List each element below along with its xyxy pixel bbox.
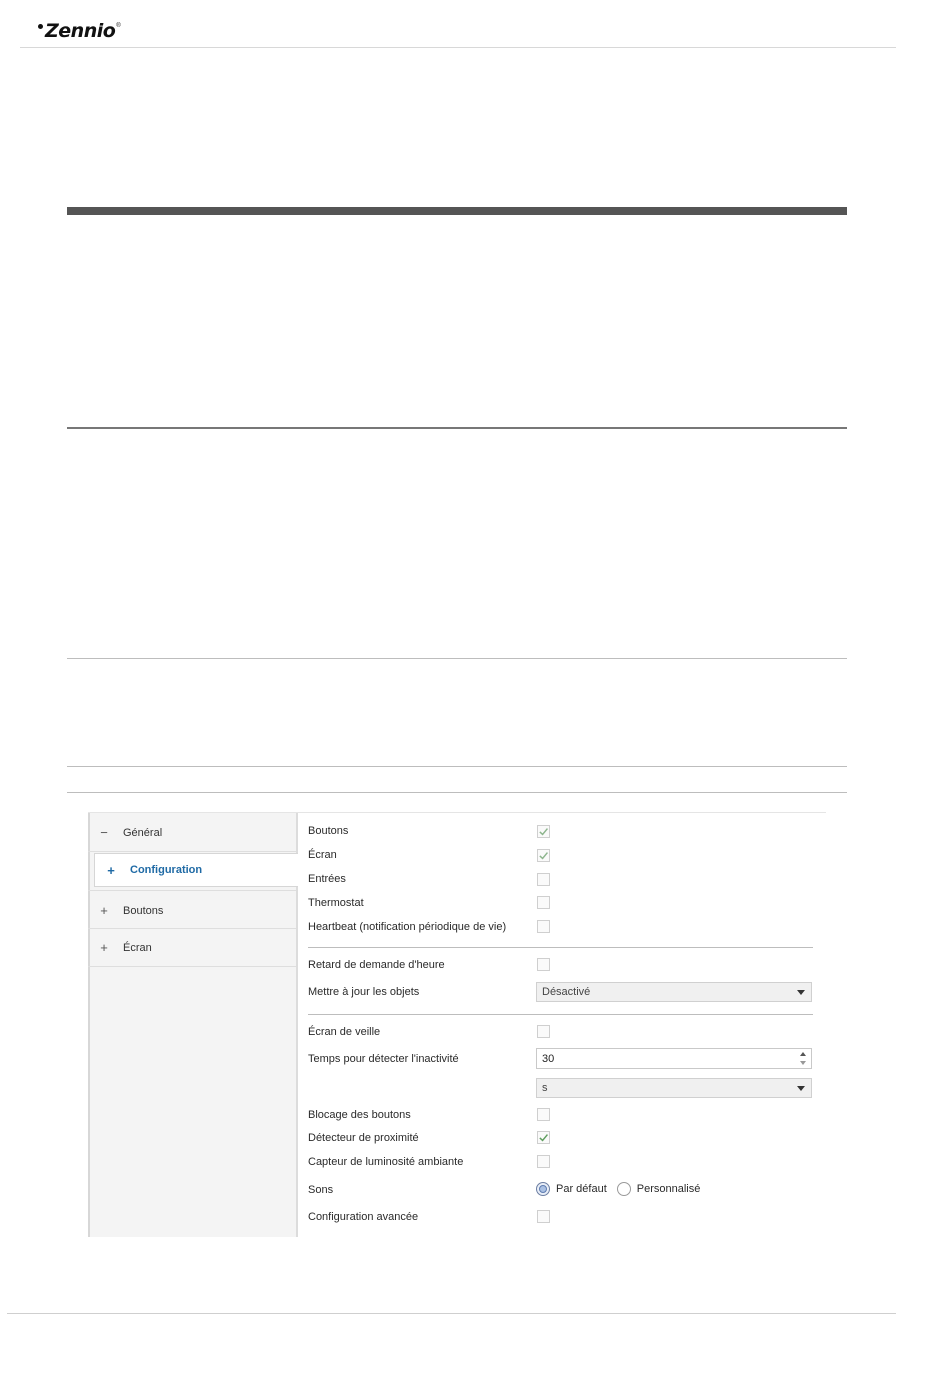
sidebar-divider <box>88 851 296 852</box>
header-divider <box>20 47 896 48</box>
registered-mark: ® <box>116 23 121 29</box>
label-capteur-luminosite: Capteur de luminosité ambiante <box>308 1156 464 1168</box>
sidebar-divider <box>88 890 296 891</box>
sidebar-item-label: Configuration <box>130 864 203 876</box>
sidebar-item-configuration[interactable]: + Configuration <box>94 853 298 887</box>
chevron-down-icon <box>797 990 805 995</box>
checkbox-blocage-boutons[interactable] <box>537 1108 550 1121</box>
sidebar-item-ecran[interactable]: + Écran <box>88 929 296 966</box>
radio-label: Par défaut <box>556 1183 607 1195</box>
sidebar-item-boutons[interactable]: + Boutons <box>88 892 296 929</box>
checkbox-entrees[interactable] <box>537 873 550 886</box>
label-entrees: Entrées <box>308 873 346 885</box>
label-ecran-de-veille: Écran de veille <box>308 1026 381 1038</box>
label-mettre-a-jour-objets: Mettre à jour les objets <box>308 986 420 998</box>
select-value: s <box>542 1082 548 1094</box>
label-detecteur-proximite: Détecteur de proximité <box>308 1132 419 1144</box>
check-icon <box>539 852 549 860</box>
spin-down-icon[interactable] <box>800 1061 806 1065</box>
chevron-down-icon <box>797 1086 805 1091</box>
zennio-logo: Zennio ® <box>38 18 121 44</box>
label-sons: Sons <box>308 1184 334 1196</box>
plus-icon: + <box>100 940 108 955</box>
checkbox-heartbeat[interactable] <box>537 920 550 933</box>
section-divider-1 <box>67 427 847 429</box>
section-thick-divider <box>67 207 847 215</box>
checkbox-capteur-luminosite[interactable] <box>537 1155 550 1168</box>
sidebar-item-label: Écran <box>123 941 152 954</box>
section-divider-2 <box>67 658 847 659</box>
section-divider-3 <box>67 766 847 767</box>
section-divider-4 <box>67 792 847 793</box>
parameter-panel: − Général + Configuration + Boutons + Éc… <box>88 812 826 1237</box>
select-unite-inactivite[interactable]: s <box>536 1078 812 1098</box>
radio-group-sons: Par défaut Personnalisé <box>536 1182 710 1196</box>
label-thermostat: Thermostat <box>308 897 364 909</box>
sidebar-item-label: Boutons <box>123 904 164 917</box>
spinbox-value: 30 <box>542 1052 555 1065</box>
logo-text: Zennio <box>45 20 116 42</box>
label-configuration-avancee: Configuration avancée <box>308 1211 419 1223</box>
checkbox-boutons[interactable] <box>537 825 550 838</box>
label-ecran: Écran <box>308 849 337 861</box>
form-divider <box>308 1014 813 1015</box>
checkbox-configuration-avancee[interactable] <box>537 1210 550 1223</box>
radio-personnalise[interactable] <box>616 1182 631 1196</box>
form-divider <box>308 947 813 948</box>
spin-up-icon[interactable] <box>800 1052 806 1056</box>
checkbox-ecran[interactable] <box>537 849 550 862</box>
checkbox-thermostat[interactable] <box>537 896 550 909</box>
sidebar-item-label: Général <box>123 826 163 839</box>
checkbox-ecran-de-veille[interactable] <box>537 1025 550 1038</box>
check-icon <box>539 828 549 836</box>
radio-dot <box>539 1185 547 1193</box>
plus-icon: + <box>100 903 108 918</box>
radio-par-defaut[interactable] <box>536 1182 550 1196</box>
label-temps-inactivite: Temps pour détecter l'inactivité <box>308 1053 459 1065</box>
checkbox-detecteur-proximite[interactable] <box>537 1131 550 1144</box>
sidebar-item-general[interactable]: − Général <box>88 814 296 851</box>
checkbox-retard-demande-heure[interactable] <box>537 958 550 971</box>
logo-dot <box>38 23 43 29</box>
select-mettre-a-jour-objets[interactable]: Désactivé <box>536 982 812 1002</box>
label-retard-demande-heure: Retard de demande d'heure <box>308 959 445 971</box>
radio-label: Personnalisé <box>636 1183 701 1195</box>
sidebar-divider <box>88 966 296 967</box>
minus-icon: − <box>100 825 108 840</box>
spinbox-temps-inactivite[interactable]: 30 <box>536 1048 812 1069</box>
footer-divider <box>7 1313 896 1314</box>
label-heartbeat: Heartbeat (notification périodique de vi… <box>308 921 507 933</box>
label-blocage-boutons: Blocage des boutons <box>308 1109 411 1121</box>
check-icon <box>539 1134 549 1142</box>
label-boutons: Boutons <box>308 825 349 837</box>
plus-icon: + <box>107 862 115 878</box>
select-value: Désactivé <box>542 986 591 998</box>
